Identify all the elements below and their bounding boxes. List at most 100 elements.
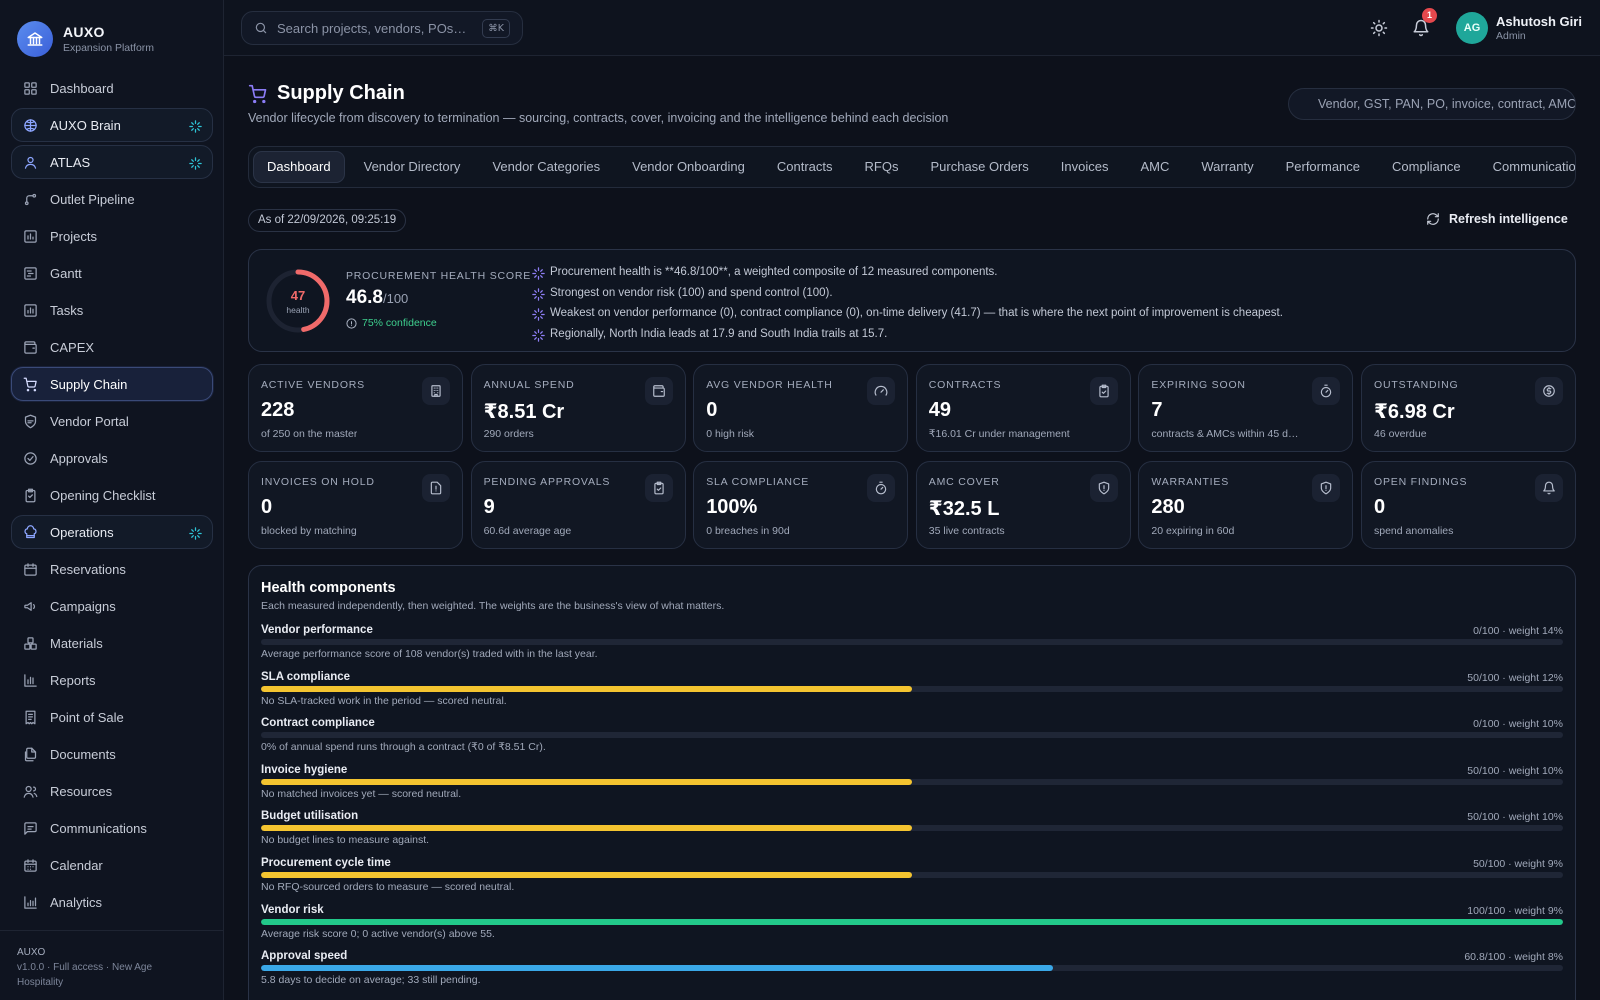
health-score-label: PROCUREMENT HEALTH SCORE [346, 270, 532, 282]
insight-item: Strongest on vendor risk (100) and spend… [531, 283, 1283, 304]
sidebar-item-label: Campaigns [50, 598, 116, 614]
tab-vendor-directory[interactable]: Vendor Directory [348, 151, 477, 183]
sidebar-item-supply-chain[interactable]: Supply Chain [11, 367, 213, 401]
refresh-intelligence-button[interactable]: Refresh intelligence [1426, 212, 1568, 226]
cart-icon [23, 377, 38, 392]
kpi-subtext: contracts & AMCs within 45 d… [1151, 428, 1299, 440]
brain-icon [23, 118, 38, 133]
receipt-icon [23, 710, 38, 725]
sidebar-item-documents[interactable]: Documents [11, 737, 213, 771]
sidebar-item-reservations[interactable]: Reservations [11, 552, 213, 586]
component-score: 0/100 · weight 14% [1473, 625, 1563, 637]
tab-vendor-categories[interactable]: Vendor Categories [476, 151, 616, 183]
tab-purchase-orders[interactable]: Purchase Orders [914, 151, 1044, 183]
sidebar-item-label: Materials [50, 635, 103, 651]
avatar[interactable]: AG [1456, 12, 1488, 44]
kpi-card-contracts[interactable]: CONTRACTS 49 ₹16.01 Cr under management [915, 364, 1131, 452]
kpi-card-invoices-on-hold[interactable]: INVOICES ON HOLD 0 blocked by matching [248, 461, 463, 549]
sidebar-item-campaigns[interactable]: Campaigns [11, 589, 213, 623]
bar-chart-icon [23, 673, 38, 688]
sidebar-item-auxo-brain[interactable]: AUXO Brain [11, 108, 213, 142]
sun-icon[interactable] [1370, 19, 1388, 37]
kpi-card-sla-compliance[interactable]: SLA COMPLIANCE 100% 0 breaches in 90d [693, 461, 909, 549]
sidebar-item-label: Dashboard [50, 80, 114, 96]
kpi-card-active-vendors[interactable]: ACTIVE VENDORS 228 of 250 on the master [248, 364, 463, 452]
component-description: No RFQ-sourced orders to measure — score… [261, 881, 515, 893]
gauge-label: health [286, 305, 310, 315]
sidebar-item-reports[interactable]: Reports [11, 663, 213, 697]
sidebar-item-analytics[interactable]: Analytics [11, 885, 213, 919]
sidebar-item-atlas[interactable]: ATLAS [11, 145, 213, 179]
kpi-card-outstanding[interactable]: OUTSTANDING ₹6.98 Cr 46 overdue [1361, 364, 1576, 452]
tab-amc[interactable]: AMC [1124, 151, 1185, 183]
dashboard-icon [23, 81, 38, 96]
footer-app-name: AUXO [17, 947, 46, 958]
kpi-card-amc-cover[interactable]: AMC COVER ₹32.5 L 35 live contracts [915, 461, 1131, 549]
sidebar-item-label: Supply Chain [50, 376, 128, 392]
component-name: Approval speed [261, 950, 348, 963]
boxes-icon [23, 636, 38, 651]
vendor-search-input[interactable]: Vendor, GST, PAN, PO, invoice, contract,… [1288, 88, 1576, 120]
global-search-input[interactable]: Search projects, vendors, POs… ⌘K [241, 11, 523, 45]
tab-compliance[interactable]: Compliance [1376, 151, 1477, 183]
tab-warranty[interactable]: Warranty [1185, 151, 1269, 183]
sidebar-item-gantt[interactable]: Gantt [11, 256, 213, 290]
sidebar-item-outlet-pipeline[interactable]: Outlet Pipeline [11, 182, 213, 216]
search-placeholder: Search projects, vendors, POs… [277, 20, 467, 36]
kpi-label: SLA COMPLIANCE [706, 476, 810, 488]
sidebar-item-label: Communications [50, 820, 147, 836]
sidebar-item-label: Documents [50, 746, 116, 762]
shield-icon [23, 414, 38, 429]
sidebar-item-capex[interactable]: CAPEX [11, 330, 213, 364]
tab-performance[interactable]: Performance [1270, 151, 1376, 183]
component-progress-track [261, 732, 1563, 739]
tab-rfqs[interactable]: RFQs [849, 151, 915, 183]
kpi-subtext: 0 high risk [706, 428, 755, 440]
brand[interactable]: AUXO Expansion Platform [17, 21, 154, 57]
sparkle-icon [188, 526, 202, 540]
brand-subtitle: Expansion Platform [63, 42, 155, 54]
sidebar-item-calendar[interactable]: Calendar [11, 848, 213, 882]
components-subtitle: Each measured independently, then weight… [261, 600, 725, 612]
tab-contracts[interactable]: Contracts [761, 151, 849, 183]
component-description: Average risk score 0; 0 active vendor(s)… [261, 927, 495, 940]
kpi-card-avg-vendor-health[interactable]: AVG VENDOR HEALTH 0 0 high risk [693, 364, 909, 452]
sidebar-item-label: Tasks [50, 302, 84, 318]
component-progress-fill [261, 685, 912, 692]
sidebar-item-dashboard[interactable]: Dashboard [11, 71, 213, 105]
kpi-card-pending-approvals[interactable]: PENDING APPROVALS 9 60.6d average age [470, 461, 686, 549]
kpi-card-expiring-soon[interactable]: EXPIRING SOON 7 contracts & AMCs within 45… [1138, 364, 1354, 452]
kpi-subtext: 0 breaches in 90d [706, 525, 790, 537]
component-row-budget-utilisation: Budget utilisation 50/100 · weight 10% No … [261, 810, 1563, 857]
sparkle-icon [188, 119, 202, 133]
clipboard-check-icon [1089, 377, 1118, 405]
kpi-label: CONTRACTS [928, 379, 1002, 391]
health-score-denominator: /100 [382, 291, 409, 306]
kpi-label: INVOICES ON HOLD [261, 476, 375, 488]
tab-dashboard[interactable]: Dashboard [253, 151, 345, 183]
sidebar-item-opening-checklist[interactable]: Opening Checklist [11, 478, 213, 512]
sidebar-item-operations[interactable]: Operations [11, 515, 213, 549]
sidebar-item-point-of-sale[interactable]: Point of Sale [11, 700, 213, 734]
user-name[interactable]: Ashutosh Giri [1496, 14, 1582, 29]
tab-vendor-onboarding[interactable]: Vendor Onboarding [616, 151, 761, 183]
sidebar-item-projects[interactable]: Projects [11, 219, 213, 253]
sidebar-item-tasks[interactable]: Tasks [11, 293, 213, 327]
kpi-subtext: 60.6d average age [483, 525, 572, 537]
component-description: No matched invoices yet — scored neutral… [261, 787, 462, 800]
tab-invoices[interactable]: Invoices [1045, 151, 1125, 183]
sidebar-item-materials[interactable]: Materials [11, 626, 213, 660]
sidebar-item-communications[interactable]: Communications [11, 811, 213, 845]
kpi-value: 100% [706, 496, 758, 518]
kpi-card-warranties[interactable]: WARRANTIES 280 20 expiring in 60d [1138, 461, 1354, 549]
sidebar-item-vendor-portal[interactable]: Vendor Portal [11, 404, 213, 438]
tab-communications[interactable]: Communications [1477, 151, 1575, 183]
kpi-card-annual-spend[interactable]: ANNUAL SPEND ₹8.51 Cr 290 orders [470, 364, 686, 452]
kpi-card-open-findings[interactable]: OPEN FINDINGS 0 spend anomalies [1361, 461, 1576, 549]
component-description: 5.8 days to decide on average; 33 still … [261, 974, 481, 987]
sidebar-item-resources[interactable]: Resources [11, 774, 213, 808]
component-name: Vendor performance [261, 624, 373, 636]
sidebar-item-approvals[interactable]: Approvals [11, 441, 213, 475]
insight-text: Regionally, North India leads at 17.9 an… [550, 327, 888, 340]
health-insights: Procurement health is **46.8/100**, a we… [531, 262, 1283, 344]
